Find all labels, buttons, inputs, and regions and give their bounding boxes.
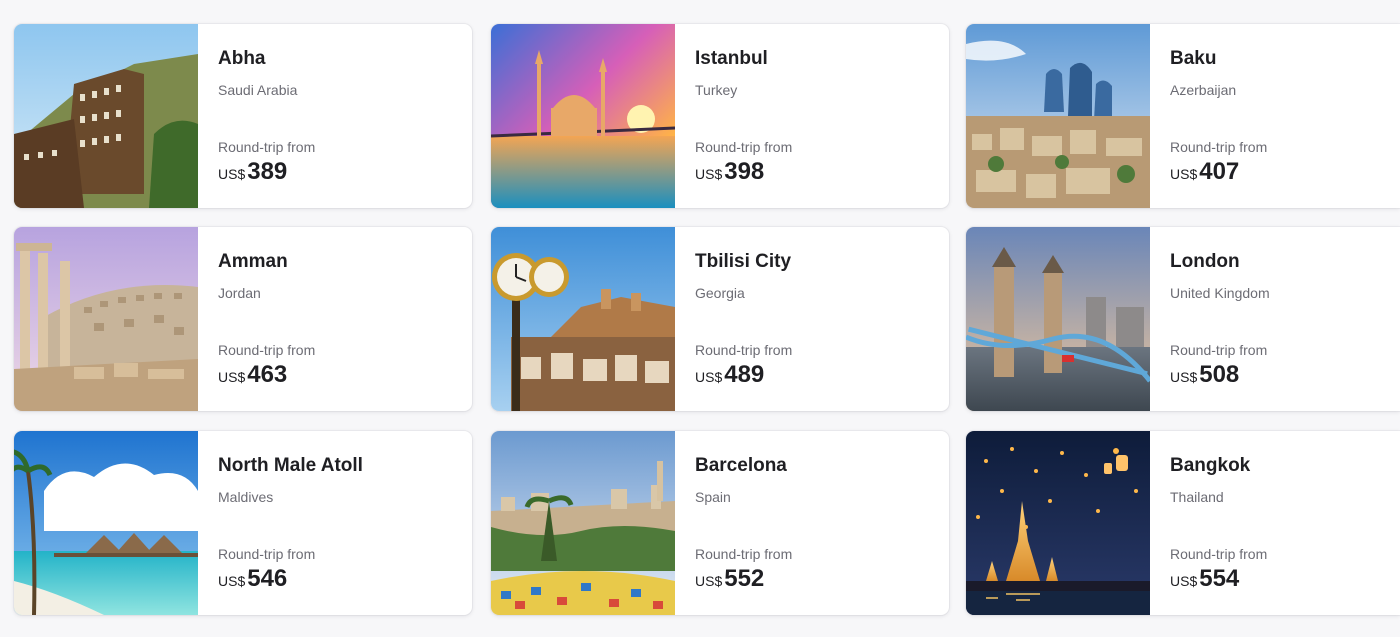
destination-info: Abha Saudi Arabia Round-trip from US$389 <box>218 24 464 208</box>
destination-info: Amman Jordan Round-trip from US$463 <box>218 227 464 411</box>
destination-info: London United Kingdom Round-trip from US… <box>1170 227 1392 411</box>
price-amount: 508 <box>1199 361 1240 388</box>
destination-country: Turkey <box>695 82 738 98</box>
destination-city: Amman <box>218 251 288 272</box>
destination-country: Georgia <box>695 285 745 301</box>
price-label: Round-trip from <box>218 546 316 562</box>
destination-price: US$554 <box>1170 565 1239 593</box>
destination-info: North Male Atoll Maldives Round-trip fro… <box>218 431 464 615</box>
destination-price: US$489 <box>695 361 764 389</box>
destination-price: US$407 <box>1170 158 1239 186</box>
destination-price: US$389 <box>218 158 287 186</box>
destination-card-tbilisi[interactable]: Tbilisi City Georgia Round-trip from US$… <box>491 227 949 411</box>
price-amount: 463 <box>247 361 288 388</box>
destination-city: London <box>1170 251 1240 272</box>
price-amount: 489 <box>724 361 765 388</box>
destination-country: Jordan <box>218 285 261 301</box>
tbilisi-clock-fortress-photo <box>491 227 675 411</box>
istanbul-mosque-sunset-photo <box>491 24 675 208</box>
price-currency: US$ <box>695 369 723 385</box>
destination-country: Maldives <box>218 489 274 505</box>
destination-card-north-male-atoll[interactable]: North Male Atoll Maldives Round-trip fro… <box>14 431 472 615</box>
destination-info: Baku Azerbaijan Round-trip from US$407 <box>1170 24 1392 208</box>
destination-city: Istanbul <box>695 48 768 69</box>
price-amount: 546 <box>247 565 288 592</box>
destination-price: US$463 <box>218 361 287 389</box>
destination-price: US$552 <box>695 565 764 593</box>
destination-card-amman[interactable]: Amman Jordan Round-trip from US$463 <box>14 227 472 411</box>
london-tower-bridge-photo <box>966 227 1150 411</box>
destination-price: US$398 <box>695 158 764 186</box>
price-currency: US$ <box>218 369 246 385</box>
amman-citadel-columns-photo <box>14 227 198 411</box>
destination-info: Barcelona Spain Round-trip from US$552 <box>695 431 941 615</box>
destination-card-barcelona[interactable]: Barcelona Spain Round-trip from US$552 <box>491 431 949 615</box>
destination-price: US$508 <box>1170 361 1239 389</box>
price-label: Round-trip from <box>695 546 793 562</box>
price-label: Round-trip from <box>695 342 793 358</box>
maldives-beach-villas-photo <box>14 431 198 615</box>
price-currency: US$ <box>1170 369 1198 385</box>
destination-info: Tbilisi City Georgia Round-trip from US$… <box>695 227 941 411</box>
destination-grid: Abha Saudi Arabia Round-trip from US$389 <box>0 0 1400 637</box>
destination-country: Thailand <box>1170 489 1224 505</box>
destination-country: Azerbaijan <box>1170 82 1237 98</box>
destination-country: Saudi Arabia <box>218 82 298 98</box>
destination-country: Spain <box>695 489 731 505</box>
price-currency: US$ <box>218 573 246 589</box>
price-label: Round-trip from <box>1170 546 1268 562</box>
price-currency: US$ <box>695 573 723 589</box>
destination-city: Barcelona <box>695 455 787 476</box>
price-amount: 554 <box>1199 565 1240 592</box>
destination-price: US$546 <box>218 565 287 593</box>
price-label: Round-trip from <box>1170 139 1268 155</box>
destination-card-abha[interactable]: Abha Saudi Arabia Round-trip from US$389 <box>14 24 472 208</box>
destination-info: Istanbul Turkey Round-trip from US$398 <box>695 24 941 208</box>
baku-flame-towers-photo <box>966 24 1150 208</box>
price-amount: 389 <box>247 158 288 185</box>
price-currency: US$ <box>695 166 723 182</box>
destination-city: North Male Atoll <box>218 455 363 476</box>
destination-card-istanbul[interactable]: Istanbul Turkey Round-trip from US$398 <box>491 24 949 208</box>
price-amount: 552 <box>724 565 765 592</box>
destination-city: Baku <box>1170 48 1217 69</box>
destination-country: United Kingdom <box>1170 285 1270 301</box>
destination-info: Bangkok Thailand Round-trip from US$554 <box>1170 431 1392 615</box>
destination-card-bangkok[interactable]: Bangkok Thailand Round-trip from US$554 <box>966 431 1400 615</box>
destination-city: Abha <box>218 48 266 69</box>
price-label: Round-trip from <box>1170 342 1268 358</box>
bangkok-temple-lanterns-photo <box>966 431 1150 615</box>
barcelona-park-guell-photo <box>491 431 675 615</box>
price-amount: 398 <box>724 158 765 185</box>
destination-city: Tbilisi City <box>695 251 792 272</box>
destination-city: Bangkok <box>1170 455 1251 476</box>
price-label: Round-trip from <box>218 139 316 155</box>
price-amount: 407 <box>1199 158 1240 185</box>
abha-village-photo <box>14 24 198 208</box>
price-currency: US$ <box>218 166 246 182</box>
destination-card-baku[interactable]: Baku Azerbaijan Round-trip from US$407 <box>966 24 1400 208</box>
price-currency: US$ <box>1170 166 1198 182</box>
price-currency: US$ <box>1170 573 1198 589</box>
destination-card-london[interactable]: London United Kingdom Round-trip from US… <box>966 227 1400 411</box>
price-label: Round-trip from <box>695 139 793 155</box>
price-label: Round-trip from <box>218 342 316 358</box>
